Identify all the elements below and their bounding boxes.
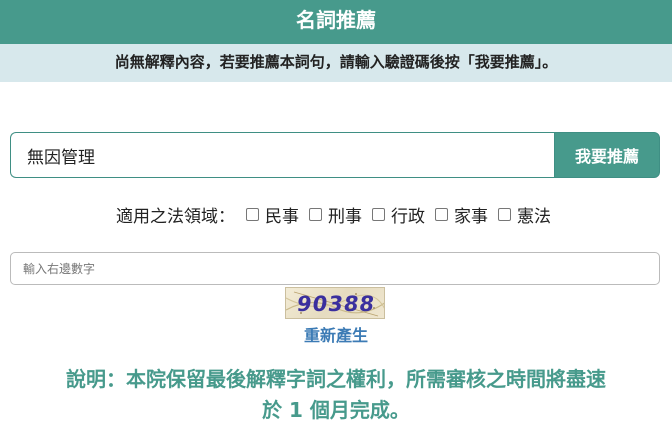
domain-option-constitutional[interactable]: 憲法: [498, 202, 551, 227]
constitutional-checkbox[interactable]: [498, 207, 511, 221]
captcha-input[interactable]: [10, 252, 660, 285]
domain-option-label: 刑事: [328, 206, 362, 227]
domain-option-civil[interactable]: 民事: [246, 202, 299, 227]
domain-option-label: 民事: [265, 206, 299, 227]
domain-option-family[interactable]: 家事: [435, 202, 488, 227]
domain-label: 適用之法領域：: [116, 206, 235, 227]
recommend-button[interactable]: 我要推薦: [554, 132, 660, 178]
domain-option-label: 家事: [454, 206, 488, 227]
domain-option-administrative[interactable]: 行政: [372, 202, 425, 227]
domain-selector: 適用之法領域： 民事 刑事 行政 家事 憲法: [0, 200, 672, 228]
explanation-line-2: 於 1 個月完成。: [262, 398, 410, 422]
regenerate-captcha-link[interactable]: 重新產生: [0, 322, 672, 346]
domain-option-label: 行政: [391, 206, 425, 227]
term-input[interactable]: [10, 132, 554, 178]
notice-banner: 尚無解釋內容，若要推薦本詞句，請輸入驗證碼後按「我要推薦」。: [0, 44, 672, 82]
domain-option-label: 憲法: [517, 206, 551, 227]
page-title: 名詞推薦: [296, 8, 376, 32]
civil-checkbox[interactable]: [246, 207, 259, 221]
explanation-line-1: 說明：本院保留最後解釋字詞之權利，所需審核之時間將盡速: [66, 367, 606, 391]
family-checkbox[interactable]: [435, 207, 448, 221]
domain-option-criminal[interactable]: 刑事: [309, 202, 362, 227]
captcha-image: 90388: [285, 287, 385, 319]
recommend-form: 我要推薦: [10, 132, 660, 178]
notice-text: 尚無解釋內容，若要推薦本詞句，請輸入驗證碼後按「我要推薦」。: [114, 53, 558, 71]
criminal-checkbox[interactable]: [309, 207, 322, 221]
administrative-checkbox[interactable]: [372, 207, 385, 221]
captcha-code: 90388: [295, 292, 377, 316]
page-header: 名詞推薦: [0, 0, 672, 44]
explanation-text: 說明：本院保留最後解釋字詞之權利，所需審核之時間將盡速 於 1 個月完成。: [8, 364, 664, 426]
